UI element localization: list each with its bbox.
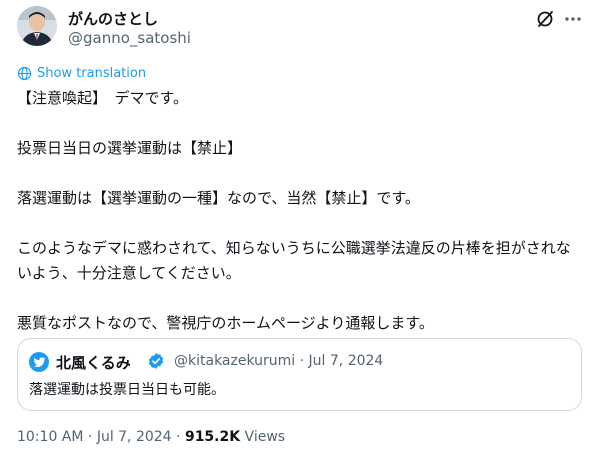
tweet-time[interactable]: 10:10 AM: [17, 429, 83, 445]
globe-icon: [17, 66, 32, 81]
tweet-paragraph: 【注意喚起】 デマです。: [17, 89, 189, 107]
meta-separator: ·: [299, 353, 305, 369]
tweet-footer: 10:10 AM · Jul 7, 2024 · 915.2K Views: [17, 429, 285, 445]
author-handle[interactable]: @ganno_satoshi: [68, 29, 191, 47]
quoted-tweet-text: 落選運動は投票日当日も可能。: [29, 382, 225, 398]
quoted-tweet-card[interactable]: 北風くるみ @kitakazekurumi · Jul 7, 2024 落選運動…: [17, 338, 582, 411]
tweet-paragraph: 落選運動は【選挙運動の一種】なので、当然【禁止】です。: [17, 189, 420, 207]
tweet-paragraph: 悪質なポストなので、警視庁のホームページより通報します。: [17, 314, 434, 332]
quoted-author-handle[interactable]: @kitakazekurumi: [174, 353, 295, 369]
quoted-date[interactable]: Jul 7, 2024: [309, 353, 384, 369]
author-avatar[interactable]: [17, 6, 57, 46]
more-options-button[interactable]: [562, 8, 584, 30]
footer-separator: ·: [87, 429, 93, 445]
grok-slash-icon: [537, 11, 553, 27]
grok-button[interactable]: [534, 8, 556, 30]
more-options-icon: [565, 17, 581, 21]
author-display-name[interactable]: がんのさとし: [68, 8, 158, 29]
quoted-author-name[interactable]: 北風くるみ: [56, 352, 131, 373]
show-translation-label: Show translation: [37, 66, 147, 81]
verified-badge-icon: [147, 352, 165, 374]
tweet-text: 【注意喚起】 デマです。 投票日当日の選挙運動は【禁止】 落選運動は【選挙運動の…: [17, 86, 582, 361]
footer-separator: ·: [176, 429, 181, 445]
views-label: Views: [244, 429, 286, 445]
views-count[interactable]: 915.2K: [185, 429, 240, 445]
quoted-author-avatar[interactable]: [29, 352, 49, 372]
tweet-date[interactable]: Jul 7, 2024: [97, 429, 172, 445]
tweet-paragraph: このようなデマに惑わされて、知らないうちに公職選挙法違反の片棒を担がされないよう…: [17, 239, 571, 282]
show-translation-link[interactable]: Show translation: [17, 66, 146, 81]
twitter-bird-icon: [33, 356, 45, 367]
quoted-meta: @kitakazekurumi · Jul 7, 2024: [174, 353, 383, 369]
tweet-paragraph: 投票日当日の選挙運動は【禁止】: [17, 139, 243, 157]
